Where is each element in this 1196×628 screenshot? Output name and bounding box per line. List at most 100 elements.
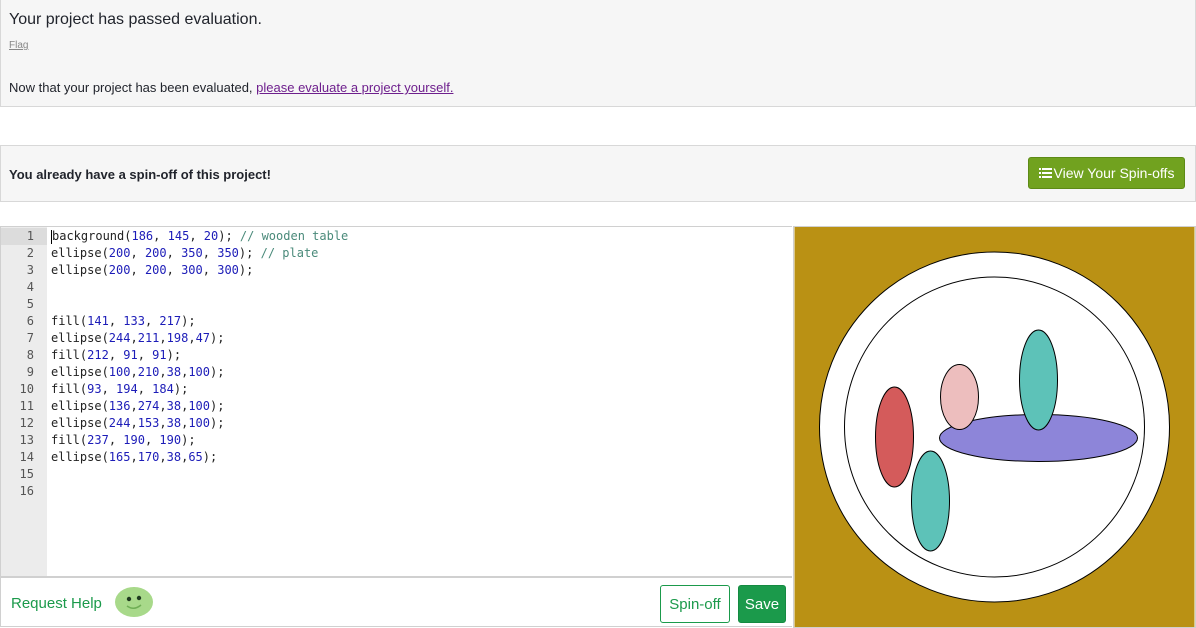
- code-line[interactable]: 8 fill(212, 91, 91);: [1, 347, 792, 364]
- code-token: ,: [159, 399, 167, 413]
- code-number: 38: [166, 365, 182, 379]
- code-line[interactable]: 4: [1, 279, 792, 296]
- code-token: ,: [137, 382, 153, 396]
- flag-link[interactable]: Flag: [9, 40, 28, 51]
- code-number: 91: [123, 348, 138, 362]
- code-line[interactable]: 16: [1, 483, 792, 500]
- line-number: 7: [26, 331, 34, 345]
- code-token: ellipse(: [51, 450, 109, 464]
- code-number: 190: [159, 433, 182, 447]
- code-text: fill(237, 190, 190);: [51, 432, 196, 449]
- code-token: );: [238, 246, 261, 260]
- code-line[interactable]: 3 ellipse(200, 200, 300, 300);: [1, 262, 792, 279]
- evaluation-title: Your project has passed evaluation.: [9, 11, 262, 28]
- line-number: 8: [26, 348, 34, 362]
- code-lines[interactable]: 1 background(186, 145, 20); // wooden tab…: [1, 228, 792, 500]
- code-line[interactable]: 6 fill(141, 133, 217);: [1, 313, 792, 330]
- code-number: 100: [188, 399, 211, 413]
- line-number: 4: [26, 280, 34, 294]
- code-number: 91: [152, 348, 167, 362]
- code-token: ,: [144, 314, 160, 328]
- code-editor[interactable]: 1 background(186, 145, 20); // wooden tab…: [0, 226, 792, 577]
- code-number: 200: [144, 246, 167, 260]
- code-line[interactable]: 14 ellipse(165,170,38,65);: [1, 449, 792, 466]
- code-number: 350: [181, 246, 203, 260]
- line-number: 12: [19, 416, 34, 430]
- code-text: background(186, 145, 20); // wooden tabl…: [51, 228, 348, 245]
- evaluation-panel: Your project has passed evaluation. Flag…: [0, 0, 1196, 107]
- request-help-link[interactable]: Request Help: [11, 595, 102, 612]
- line-number: 10: [19, 382, 34, 396]
- code-line[interactable]: 2 ellipse(200, 200, 350, 350); // plate: [1, 245, 792, 262]
- code-token: ,: [108, 314, 124, 328]
- code-number: 300: [217, 263, 239, 277]
- code-token: ellipse(: [51, 416, 109, 430]
- output-canvas[interactable]: [793, 226, 1196, 628]
- code-number: 190: [123, 433, 145, 447]
- code-line[interactable]: 12 ellipse(244,153,38,100);: [1, 415, 792, 432]
- code-line[interactable]: 7 ellipse(244,211,198,47);: [1, 330, 792, 347]
- spinoff-button[interactable]: Spin-off: [660, 585, 730, 623]
- evaluate-project-link[interactable]: please evaluate a project yourself.: [256, 80, 453, 95]
- code-number: 133: [123, 314, 145, 328]
- code-number: 141: [87, 314, 109, 328]
- code-number: 194: [116, 382, 138, 396]
- code-token: );: [181, 433, 196, 447]
- code-text: ellipse(200, 200, 350, 350); // plate: [51, 245, 318, 262]
- line-number: 13: [19, 433, 34, 447]
- canvas-drawing: [794, 227, 1195, 627]
- code-token: ,: [101, 382, 117, 396]
- code-line[interactable]: 9 ellipse(100,210,38,100);: [1, 364, 792, 381]
- code-token: ,: [130, 450, 138, 464]
- code-number: 38: [166, 450, 182, 464]
- code-token: background(: [52, 229, 132, 243]
- code-token: );: [210, 365, 225, 379]
- code-token: ,: [189, 229, 204, 243]
- code-number: 38: [166, 416, 182, 430]
- code-token: ,: [188, 331, 196, 345]
- view-spinoffs-label: View Your Spin-offs: [1053, 165, 1175, 181]
- line-number: 16: [19, 484, 34, 498]
- code-token: ellipse(: [51, 331, 109, 345]
- spinoff-message: You already have a spin-off of this proj…: [9, 167, 271, 182]
- code-token: fill(: [51, 382, 88, 396]
- save-button[interactable]: Save: [738, 585, 786, 623]
- code-token: );: [173, 382, 189, 396]
- code-token: ,: [130, 399, 138, 413]
- code-token: );: [210, 416, 225, 430]
- code-number: 200: [108, 246, 131, 260]
- code-token: ,: [130, 365, 138, 379]
- code-token: ,: [130, 416, 138, 430]
- code-number: 217: [159, 314, 182, 328]
- code-token: fill(: [51, 314, 88, 328]
- code-token: );: [210, 331, 225, 345]
- view-spinoffs-button[interactable]: View Your Spin-offs: [1028, 157, 1185, 189]
- code-text: fill(212, 91, 91);: [51, 347, 181, 364]
- code-line[interactable]: 13 fill(237, 190, 190);: [1, 432, 792, 449]
- code-token: ,: [144, 433, 160, 447]
- code-text: ellipse(200, 200, 300, 300);: [51, 262, 253, 279]
- code-number: 198: [166, 331, 189, 345]
- code-number: 153: [137, 416, 160, 430]
- code-token: ,: [159, 450, 167, 464]
- code-line[interactable]: 10 fill(93, 194, 184);: [1, 381, 792, 398]
- code-token: fill(: [51, 433, 88, 447]
- code-token: ,: [166, 263, 182, 277]
- code-number: 165: [108, 450, 131, 464]
- code-token: ,: [159, 331, 167, 345]
- code-number: 274: [137, 399, 160, 413]
- code-token: );: [181, 314, 196, 328]
- line-number: 2: [26, 246, 34, 260]
- code-number: 244: [108, 331, 131, 345]
- code-number: 93: [87, 382, 102, 396]
- code-line[interactable]: 5: [1, 296, 792, 313]
- code-line[interactable]: 11 ellipse(136,274,38,100);: [1, 398, 792, 415]
- code-number: 200: [144, 263, 167, 277]
- code-token: fill(: [51, 348, 88, 362]
- code-number: 211: [137, 331, 160, 345]
- green-avatar-icon: [115, 587, 153, 617]
- code-line[interactable]: 15: [1, 466, 792, 483]
- code-text: ellipse(244,211,198,47);: [51, 330, 224, 347]
- code-token: ,: [202, 246, 218, 260]
- code-line[interactable]: 1 background(186, 145, 20); // wooden tab…: [1, 228, 792, 245]
